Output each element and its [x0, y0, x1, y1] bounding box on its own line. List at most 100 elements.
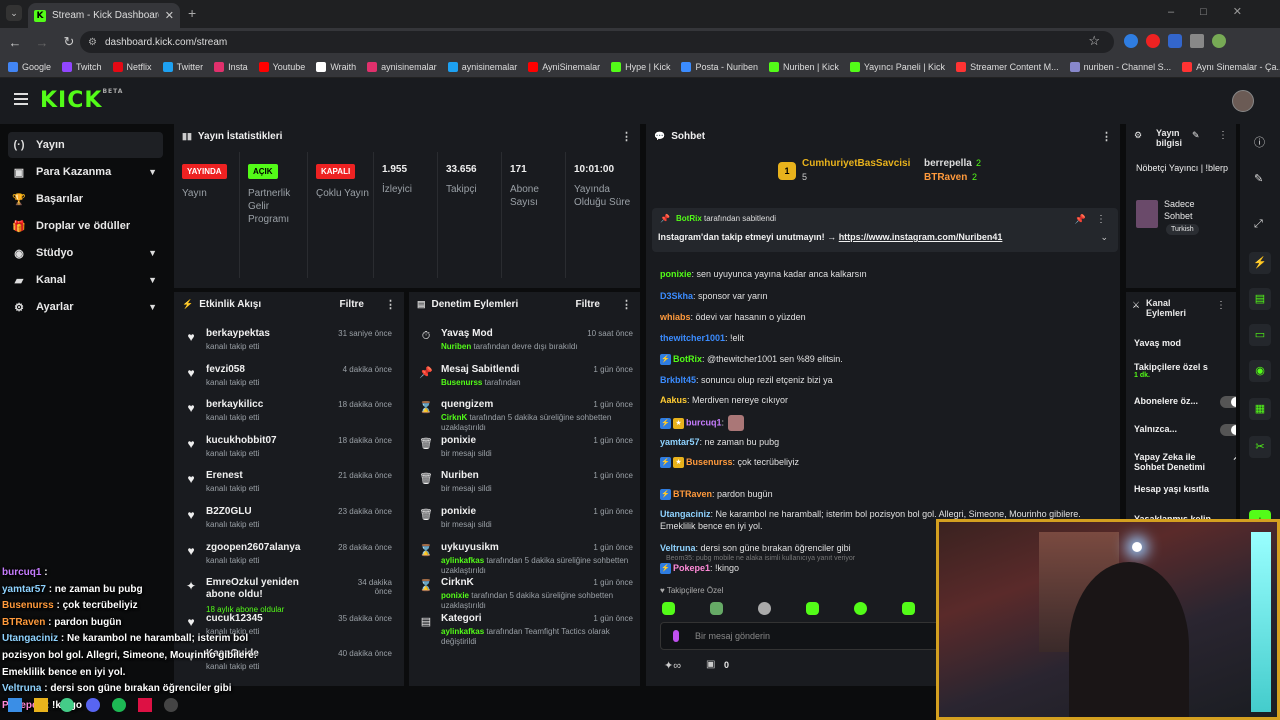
kick-logo[interactable]: KICKBETA — [40, 88, 123, 113]
more-options-icon[interactable]: ⋮ — [1096, 214, 1106, 225]
edit-icon[interactable]: ✎ — [1192, 130, 1200, 141]
bookmark-item[interactable]: Twitter — [162, 61, 203, 72]
mod-action-title[interactable]: CirknK — [441, 577, 474, 588]
bookmark-item[interactable]: Twitch — [62, 61, 102, 72]
mod-actor[interactable]: aylinkafkas — [441, 556, 484, 565]
bookmark-item[interactable]: Netflix — [112, 61, 152, 72]
close-tab-icon[interactable]: ✕ — [165, 9, 174, 22]
event-user[interactable]: zgoopen2607alanya — [206, 542, 326, 553]
bookmark-item[interactable]: Wraith — [316, 61, 356, 72]
external-link-icon[interactable]: ↗ — [1232, 452, 1236, 463]
window-controls[interactable]: –□✕ — [1168, 5, 1268, 18]
edit-icon[interactable]: ✎ — [1254, 172, 1263, 185]
sidebar-item[interactable]: ⚙ Ayarlar ▼ — [8, 294, 163, 320]
emote-picker-icon[interactable]: ✦∞ — [664, 659, 681, 672]
bookmark-item[interactable]: nuriben - Channel S... — [1069, 61, 1171, 72]
leader-name[interactable]: BTRaven — [924, 172, 967, 183]
channel-action[interactable]: Abonelere öz... — [1134, 396, 1236, 408]
chat-username[interactable]: BTRaven — [673, 489, 712, 499]
user-avatar[interactable] — [1232, 90, 1254, 112]
folder-icon[interactable] — [34, 698, 48, 712]
bookmark-item[interactable]: aynisinemalar — [367, 61, 437, 72]
event-user[interactable]: kucukhobbit07 — [206, 435, 326, 446]
mod-actor[interactable]: Nuriben — [441, 342, 471, 351]
more-options-icon[interactable]: ⋮ — [385, 298, 396, 311]
emote-icon[interactable] — [854, 602, 867, 615]
emote-icon[interactable] — [806, 602, 819, 615]
discord-icon[interactable] — [86, 698, 100, 712]
chat-username[interactable]: burcuq1 — [686, 417, 722, 427]
mod-action-title[interactable]: uykuyusikm — [441, 542, 499, 553]
more-options-icon[interactable]: ⋮ — [621, 130, 632, 143]
sidebar-item[interactable]: ▣ Para Kazanma ▼ — [8, 159, 163, 185]
sidebar-item[interactable]: 🎁 Droplar ve ödüller — [8, 213, 163, 239]
event-user[interactable]: cucuk12345 — [206, 613, 326, 624]
site-info-icon[interactable]: ⚙ — [88, 37, 97, 48]
wrench-icon[interactable]: ✂ — [1249, 436, 1271, 458]
filter-button[interactable]: Filtre — [340, 299, 364, 310]
bookmark-item[interactable]: aynisinemalar — [447, 61, 517, 72]
bookmark-item[interactable]: Hype | Kick — [611, 61, 670, 72]
chat-username[interactable]: whiabs — [660, 312, 691, 322]
more-options-icon[interactable]: ⋮ — [1101, 130, 1112, 143]
event-user[interactable]: fevzi058 — [206, 364, 326, 375]
channel-action[interactable]: Takipçilere özel s1 dk.› — [1134, 362, 1236, 379]
forward-icon[interactable]: → — [30, 35, 54, 50]
sidebar-item[interactable]: (·) Yayın — [8, 132, 163, 158]
bookmark-item[interactable]: Aynı Sinemalar - Ça... — [1182, 61, 1280, 72]
extension-icon[interactable] — [1124, 34, 1138, 48]
profile-icon[interactable] — [1212, 34, 1226, 48]
address-bar[interactable]: ⚙ dashboard.kick.com/stream ☆ — [80, 31, 1114, 53]
sidebar-item[interactable]: 🏆 Başarılar — [8, 186, 163, 212]
info-icon[interactable]: ⓘ — [1254, 134, 1265, 150]
bookmark-star-icon[interactable]: ☆ — [1088, 33, 1100, 49]
channel-action[interactable]: Hesap yaşı kısıtla› — [1134, 484, 1236, 494]
mod-actor[interactable]: Busenurss — [441, 378, 482, 387]
stats-icon[interactable]: ▤ — [1249, 288, 1271, 310]
mod-action-title[interactable]: Kategori — [441, 613, 482, 624]
puzzle-icon[interactable] — [1190, 34, 1204, 48]
browser-tab[interactable]: K Stream - Kick Dashboard ✕ — [28, 3, 180, 28]
event-user[interactable]: berkaykilicc — [206, 399, 326, 410]
emote-icon[interactable] — [902, 602, 915, 615]
broadcast-icon[interactable]: ◉ — [1249, 360, 1271, 382]
mod-actor[interactable]: CirknK — [441, 413, 467, 422]
app-icon[interactable] — [138, 698, 152, 712]
emote-icon[interactable] — [662, 602, 675, 615]
pinned-message[interactable]: 📌 BotRix tarafından sabitlendi Instagram… — [652, 208, 1118, 252]
chat-username[interactable]: ponixie — [660, 269, 692, 279]
mod-actor[interactable]: aylinkafkas — [441, 627, 484, 636]
gift-icon[interactable]: ▣ — [706, 659, 715, 670]
browser-icon[interactable] — [60, 698, 74, 712]
mod-action-title[interactable]: ponixie — [441, 435, 476, 446]
bookmark-item[interactable]: Streamer Content M... — [956, 61, 1059, 72]
chat-username[interactable]: BotRix — [673, 354, 702, 364]
mod-action-title[interactable]: Mesaj Sabitlendi — [441, 364, 519, 375]
back-icon[interactable]: ← — [3, 35, 27, 50]
more-options-icon[interactable]: ⋮ — [1216, 300, 1226, 311]
windows-icon[interactable] — [8, 698, 22, 712]
tab-search-button[interactable]: ⌄ — [6, 5, 22, 21]
spotify-icon[interactable] — [112, 698, 126, 712]
bookmark-item[interactable]: Posta - Nuriben — [681, 61, 758, 72]
shield-icon[interactable] — [1168, 34, 1182, 48]
channel-action[interactable]: Yavaş mod› — [1134, 338, 1236, 348]
event-user[interactable]: EmreOzkul yeniden abone oldu! — [206, 577, 326, 601]
bookmark-item[interactable]: Insta — [214, 61, 248, 72]
more-options-icon[interactable]: ⋮ — [1218, 130, 1228, 141]
chat-username[interactable]: thewitcher1001 — [660, 333, 725, 343]
mod-actor[interactable]: ponixie — [441, 591, 469, 600]
channel-action[interactable]: Yapay Zeka ile Sohbet Denetimi ↗ — [1134, 452, 1236, 472]
filter-button[interactable]: Filtre — [576, 299, 600, 310]
chat-icon[interactable]: ▭ — [1249, 324, 1271, 346]
mod-action-title[interactable]: Yavaş Mod — [441, 328, 493, 339]
chat-username[interactable]: Aakus — [660, 395, 687, 405]
new-tab-icon[interactable]: + — [188, 5, 196, 21]
toggle-switch[interactable] — [1220, 396, 1236, 408]
fullscreen-icon[interactable]: ⤢ — [1254, 218, 1263, 231]
mic-icon[interactable] — [673, 630, 679, 642]
obs-icon[interactable] — [164, 698, 178, 712]
sidebar-item[interactable]: ◉ Stüdyo ▼ — [8, 240, 163, 266]
mod-action-title[interactable]: quengizem — [441, 399, 493, 410]
chat-username[interactable]: Veltruna — [660, 543, 696, 553]
